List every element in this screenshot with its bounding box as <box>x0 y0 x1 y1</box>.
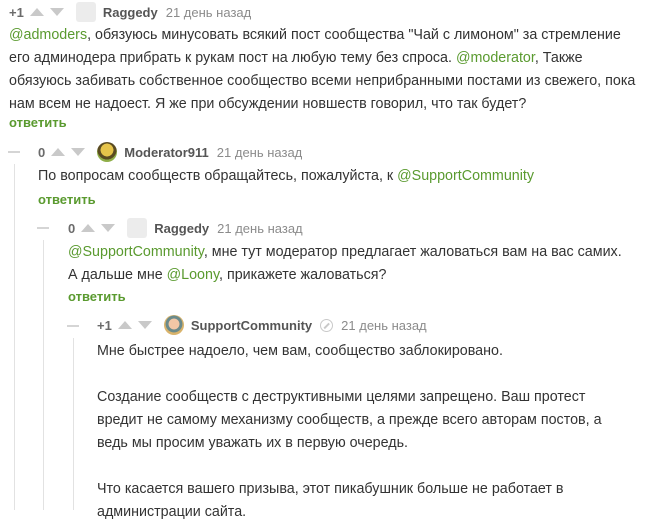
reply-button[interactable]: ответить <box>38 192 96 207</box>
comment-header: 0 Raggedy 21 день назад <box>68 218 303 238</box>
user-mention-link[interactable]: @Loony <box>167 267 219 283</box>
reply-button[interactable]: ответить <box>68 289 126 304</box>
comment-time[interactable]: 21 день назад <box>217 221 303 236</box>
collapse-thread-icon[interactable] <box>37 227 49 229</box>
upvote-icon[interactable] <box>51 148 66 156</box>
avatar[interactable] <box>75 2 96 22</box>
comment-paragraph: Мне быстрее надоело, чем вам, сообщество… <box>97 343 503 359</box>
comment-time[interactable]: 21 день назад <box>341 318 427 333</box>
upvote-icon[interactable] <box>29 8 44 16</box>
user-mention-link[interactable]: @moderator <box>456 50 535 66</box>
thread-line[interactable] <box>14 164 15 510</box>
comment-score: 0 <box>38 144 46 160</box>
comment-author[interactable]: SupportCommunity <box>191 318 312 333</box>
comment-score: +1 <box>97 317 112 333</box>
downvote-icon[interactable] <box>101 224 116 232</box>
comment-text: , прикажете жаловаться? <box>219 267 387 283</box>
reply-button[interactable]: ответить <box>9 115 67 130</box>
thread-line[interactable] <box>73 338 74 510</box>
blocked-icon <box>320 318 334 332</box>
comment-body: @admoders, обязуюсь минусовать всякий по… <box>9 24 639 116</box>
comment-body: По вопросам сообществ обращайтесь, пожал… <box>38 165 638 188</box>
comment-paragraph: Что касается вашего призыва, этот пикабу… <box>97 481 564 520</box>
avatar[interactable] <box>163 315 184 335</box>
thread-line[interactable] <box>43 240 44 510</box>
user-mention-link[interactable]: @SupportCommunity <box>397 168 534 184</box>
comment-time[interactable]: 21 день назад <box>217 145 303 160</box>
comment-author[interactable]: Raggedy <box>103 5 158 20</box>
collapse-thread-icon[interactable] <box>67 325 79 327</box>
comment-time[interactable]: 21 день назад <box>166 5 252 20</box>
upvote-icon[interactable] <box>81 224 96 232</box>
comment-body: @SupportCommunity, мне тут модератор пре… <box>68 241 628 287</box>
user-mention-link[interactable]: @admoders <box>9 27 87 43</box>
avatar[interactable] <box>97 142 118 162</box>
comment-body: Мне быстрее надоело, чем вам, сообщество… <box>97 340 632 524</box>
downvote-icon[interactable] <box>137 321 152 329</box>
comment-header: +1 SupportCommunity 21 день назад <box>97 315 427 335</box>
comment-score: 0 <box>68 220 76 236</box>
comment-header: +1 Raggedy 21 день назад <box>9 2 251 22</box>
user-mention-link[interactable]: @SupportCommunity <box>68 244 204 260</box>
comment-score: +1 <box>9 4 24 20</box>
avatar[interactable] <box>127 218 148 238</box>
downvote-icon[interactable] <box>49 8 64 16</box>
comment-author[interactable]: Raggedy <box>154 221 209 236</box>
collapse-thread-icon[interactable] <box>8 151 20 153</box>
comment-author[interactable]: Moderator911 <box>124 145 209 160</box>
downvote-icon[interactable] <box>71 148 86 156</box>
upvote-icon[interactable] <box>117 321 132 329</box>
comment-header: 0 Moderator911 21 день назад <box>38 142 302 162</box>
comment-text: По вопросам сообществ обращайтесь, пожал… <box>38 168 398 184</box>
comment-paragraph: Создание сообществ с деструктивными целя… <box>97 389 602 451</box>
